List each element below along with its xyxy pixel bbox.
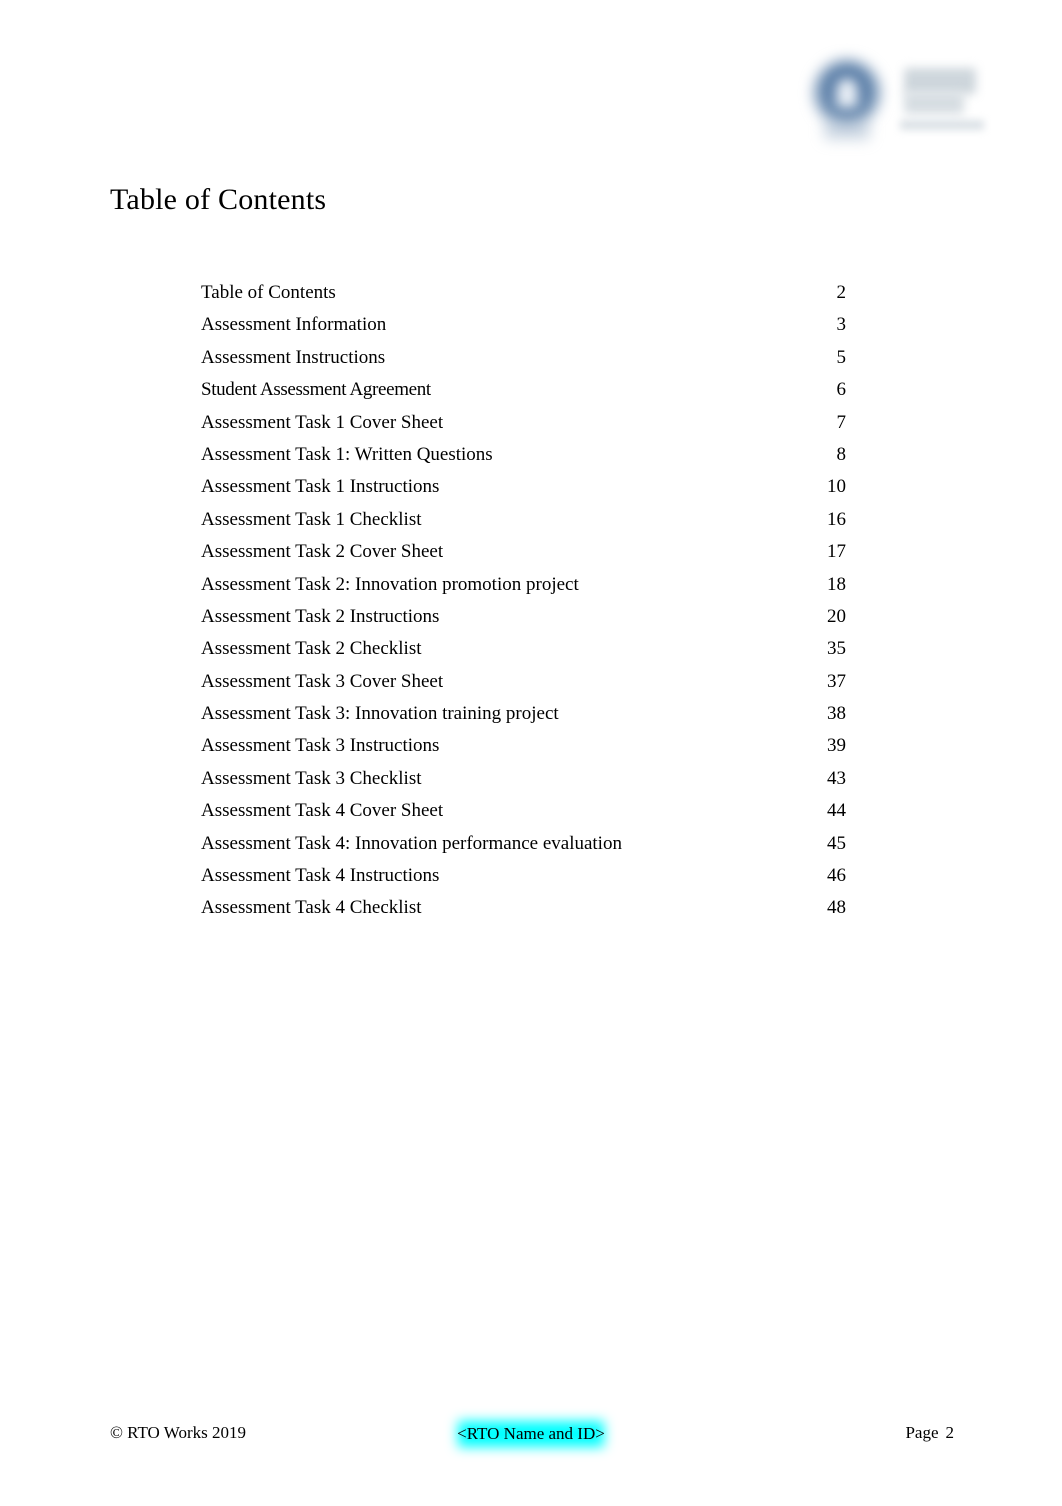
toc-entry-label: Assessment Information [201,314,387,336]
toc-entry-page: 48 [827,897,846,919]
toc-entry[interactable]: Assessment Task 3 Checklist 43 [201,763,846,795]
toc-entry[interactable]: Assessment Task 4 Cover Sheet 44 [201,795,846,827]
toc-entry-page: 8 [836,443,847,465]
toc-entry[interactable]: Assessment Instructions 5 [201,342,846,374]
logo-wordmark-line-1 [904,68,976,94]
toc-entry-page: 37 [827,670,846,692]
toc-entry-page: 5 [836,346,847,368]
toc-entry[interactable]: Assessment Task 4: Innovation performanc… [201,828,846,860]
toc-entry-page: 16 [827,508,846,530]
toc-entry-label: Assessment Task 2 Checklist [201,638,422,660]
toc-entry-label: Assessment Instructions [201,346,386,368]
toc-entry[interactable]: Assessment Task 1 Checklist 16 [201,504,846,536]
toc-entry[interactable]: Assessment Task 3 Instructions 39 [201,730,846,762]
toc-entry-label: Assessment Task 4 Checklist [201,897,422,919]
footer-page-indicator: Page 2 [905,1420,954,1446]
toc-entry-label: Assessment Task 1 Instructions [201,476,440,498]
toc-entry-page: 10 [827,476,846,498]
toc-entry[interactable]: Assessment Task 3 Cover Sheet 37 [201,666,846,698]
toc-entry-page: 44 [827,800,846,822]
toc-entry-label: Assessment Task 2: Innovation promotion … [201,573,579,595]
toc-entry[interactable]: Assessment Task 2 Checklist 35 [201,633,846,665]
footer-center-area: <RTO Name and ID> [0,1420,1062,1448]
logo-base-shape [824,120,870,140]
toc-entry-label: Table of Contents [201,282,336,303]
toc-entry[interactable]: Assessment Task 2 Instructions 20 [201,601,846,633]
toc-entry[interactable]: Assessment Task 4 Instructions 46 [201,860,846,892]
toc-entry[interactable]: Assessment Information 3 [201,309,846,341]
toc-entry-label: Assessment Task 4: Innovation performanc… [201,832,622,854]
toc-entry[interactable]: Assessment Task 1 Cover Sheet 7 [201,407,846,439]
logo-tagline [900,120,984,130]
toc-entry-page: 18 [827,573,846,595]
organisation-logo [800,38,1000,156]
table-of-contents-list: Table of Contents 2 Assessment Informati… [201,277,846,925]
toc-entry-label: Assessment Task 3 Checklist [201,767,422,789]
toc-entry[interactable]: Assessment Task 2: Innovation promotion … [201,569,846,601]
toc-entry[interactable]: Assessment Task 1 Instructions 10 [201,471,846,503]
toc-entry-label: Assessment Task 2 Cover Sheet [201,541,444,563]
toc-entry-label: Assessment Task 3 Instructions [201,735,440,757]
toc-entry-page: 3 [836,314,847,336]
toc-entry[interactable]: Assessment Task 4 Checklist 48 [201,892,846,924]
footer-rto-placeholder[interactable]: <RTO Name and ID> [449,1420,613,1448]
toc-entry-label: Assessment Task 1: Written Questions [201,443,493,465]
toc-entry-label: Assessment Task 4 Cover Sheet [201,800,444,822]
toc-entry-page: 6 [836,379,847,401]
toc-entry[interactable]: Assessment Task 3: Innovation training p… [201,698,846,730]
logo-wordmark-line-2 [904,92,964,114]
toc-entry-label: Assessment Task 2 Instructions [201,605,440,627]
toc-entry-page: 17 [827,541,846,563]
toc-entry-label: Assessment Task 3: Innovation training p… [201,703,559,725]
toc-entry-page: 20 [827,605,846,627]
toc-entry-page: 43 [827,767,846,789]
toc-entry-page: 2 [836,282,847,303]
toc-entry-page: 38 [827,703,846,725]
toc-entry-page: 45 [827,832,846,854]
footer-rto-placeholder-text: <RTO Name and ID> [457,1424,605,1443]
page-title: Table of Contents [110,183,327,216]
toc-entry-page: 7 [836,411,847,433]
footer-page-number: 2 [945,1423,955,1442]
toc-entry[interactable]: Assessment Task 1: Written Questions 8 [201,439,846,471]
toc-entry-label: Assessment Task 1 Cover Sheet [201,411,444,433]
toc-entry-page: 35 [827,638,846,660]
logo-glyph-icon [836,78,858,108]
toc-entry-label: Assessment Task 4 Instructions [201,865,440,887]
toc-entry-label: Assessment Task 1 Checklist [201,508,422,530]
toc-entry-page: 39 [827,735,846,757]
toc-entry[interactable]: Assessment Task 2 Cover Sheet 17 [201,536,846,568]
toc-entry[interactable]: Student Assessment Agreement 6 [201,374,846,406]
toc-entry-label: Student Assessment Agreement [201,379,431,401]
page-footer: © RTO Works 2019 <RTO Name and ID> Page 2 [0,1420,1062,1452]
toc-entry-page: 46 [827,865,846,887]
toc-entry-label: Assessment Task 3 Cover Sheet [201,670,444,692]
toc-entry[interactable]: Table of Contents 2 [201,277,846,309]
footer-page-label: Page [905,1423,939,1442]
